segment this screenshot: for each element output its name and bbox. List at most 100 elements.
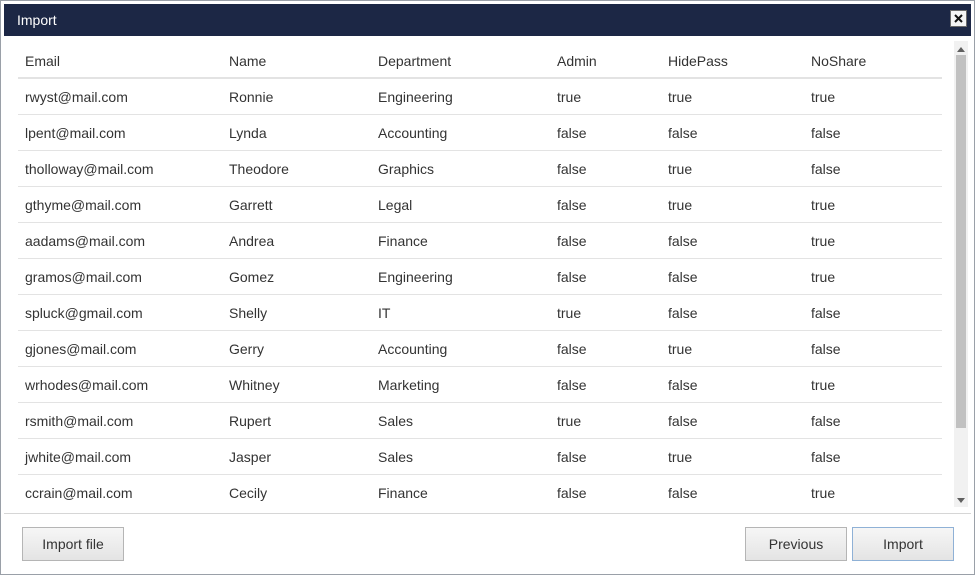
cell-hidepass: false [668,376,698,393]
table-row[interactable]: lpent@mail.com Lynda Accounting false false f… [18,115,942,151]
cell-email: wrhodes@mail.com [25,376,149,393]
table-row[interactable]: wrhodes@mail.com Whitney Marketing false fal… [18,367,942,403]
cell-email: ccrain@mail.com [25,484,133,501]
cell-noshare: true [811,484,836,501]
column-header-hidepass: HidePass [668,52,728,69]
cell-hidepass: false [668,124,698,141]
cell-name: Gerry [229,340,264,357]
cell-department: Engineering [378,268,453,285]
table-row[interactable]: tholloway@mail.com Theodore Graphics false t… [18,151,942,187]
close-button[interactable] [950,10,967,27]
cell-hidepass: true [668,88,693,105]
cell-noshare: false [811,160,841,177]
cell-department: IT [378,304,391,321]
triangle-down-icon [957,491,965,509]
cell-email: tholloway@mail.com [25,160,154,177]
cell-hidepass: true [668,448,693,465]
cell-department: Sales [378,412,414,429]
cell-admin: false [557,232,587,249]
cell-name: Andrea [229,232,275,249]
cell-department: Accounting [378,124,448,141]
cell-department: Graphics [378,160,435,177]
column-header-name: Name [229,52,267,69]
cell-name: Shelly [229,304,268,321]
import-file-button[interactable]: Import file [22,527,124,561]
table-body: rwyst@mail.com Ronnie Engineering true true t… [18,79,942,509]
cell-hidepass: true [668,340,693,357]
import-table: Email Name Department Admin HidePass NoS… [18,44,942,509]
table-row[interactable]: gthyme@mail.com Garrett Legal false true true [18,187,942,223]
cell-name: Lynda [229,124,267,141]
table-row[interactable]: rsmith@mail.com Rupert Sales true false false [18,403,942,439]
cell-noshare: true [811,88,836,105]
table-row[interactable]: jwhite@mail.com Jasper Sales false true false [18,439,942,475]
cell-name: Garrett [229,196,273,213]
table-row[interactable]: ccrain@mail.com Cecily Finance false false tr… [18,475,942,509]
cell-admin: false [557,484,587,501]
table-row[interactable]: rwyst@mail.com Ronnie Engineering true true t… [18,79,942,115]
cell-noshare: false [811,304,841,321]
cell-hidepass: false [668,268,698,285]
table-row[interactable]: gramos@mail.com Gomez Engineering false fals… [18,259,942,295]
table-row[interactable]: gjones@mail.com Gerry Accounting false true f… [18,331,942,367]
cell-email: jwhite@mail.com [25,448,132,465]
vertical-scrollbar[interactable] [954,41,968,507]
cell-email: gramos@mail.com [25,268,142,285]
table-row[interactable]: spluck@gmail.com Shelly IT true false false [18,295,942,331]
cell-name: Rupert [229,412,272,429]
previous-button[interactable]: Previous [745,527,847,561]
cell-admin: false [557,196,587,213]
cell-department: Marketing [378,376,440,393]
cell-noshare: true [811,268,836,285]
cell-email: rsmith@mail.com [25,412,134,429]
cell-admin: true [557,412,582,429]
cell-admin: false [557,124,587,141]
cell-email: gjones@mail.com [25,340,137,357]
scrollbar-thumb[interactable] [956,55,966,428]
dialog-title: Import [17,12,57,28]
cell-department: Engineering [378,88,453,105]
cell-hidepass: true [668,196,693,213]
column-header-admin: Admin [557,52,597,69]
cell-noshare: false [811,124,841,141]
cell-name: Cecily [229,484,268,501]
import-dialog: Import Email Name Department Admin HideP… [0,0,975,575]
close-icon [954,14,963,23]
scroll-down-button[interactable] [954,493,968,507]
cell-admin: true [557,88,582,105]
import-button[interactable]: Import [852,527,954,561]
cell-noshare: true [811,376,836,393]
cell-name: Ronnie [229,88,274,105]
cell-hidepass: false [668,412,698,429]
cell-department: Finance [378,484,428,501]
cell-name: Theodore [229,160,289,177]
cell-email: lpent@mail.com [25,124,126,141]
cell-department: Legal [378,196,413,213]
cell-admin: false [557,448,587,465]
cell-department: Finance [378,232,428,249]
column-header-email: Email [25,52,61,69]
cell-admin: true [557,304,582,321]
cell-noshare: true [811,232,836,249]
cell-name: Gomez [229,268,275,285]
table-header-row: Email Name Department Admin HidePass NoS… [18,44,942,79]
cell-name: Whitney [229,376,280,393]
dialog-titlebar: Import [4,4,971,36]
cell-admin: false [557,268,587,285]
cell-noshare: false [811,412,841,429]
cell-noshare: false [811,340,841,357]
cell-hidepass: false [668,304,698,321]
cell-name: Jasper [229,448,272,465]
import-preview-area: Email Name Department Admin HidePass NoS… [4,36,971,509]
cell-admin: false [557,340,587,357]
dialog-footer: Import file Previous Import [4,513,971,572]
cell-hidepass: true [668,160,693,177]
cell-noshare: false [811,448,841,465]
scroll-up-button[interactable] [954,41,968,55]
cell-email: rwyst@mail.com [25,88,128,105]
cell-hidepass: false [668,484,698,501]
cell-department: Accounting [378,340,448,357]
cell-admin: false [557,160,587,177]
table-row[interactable]: aadams@mail.com Andrea Finance false false tr… [18,223,942,259]
cell-email: aadams@mail.com [25,232,146,249]
